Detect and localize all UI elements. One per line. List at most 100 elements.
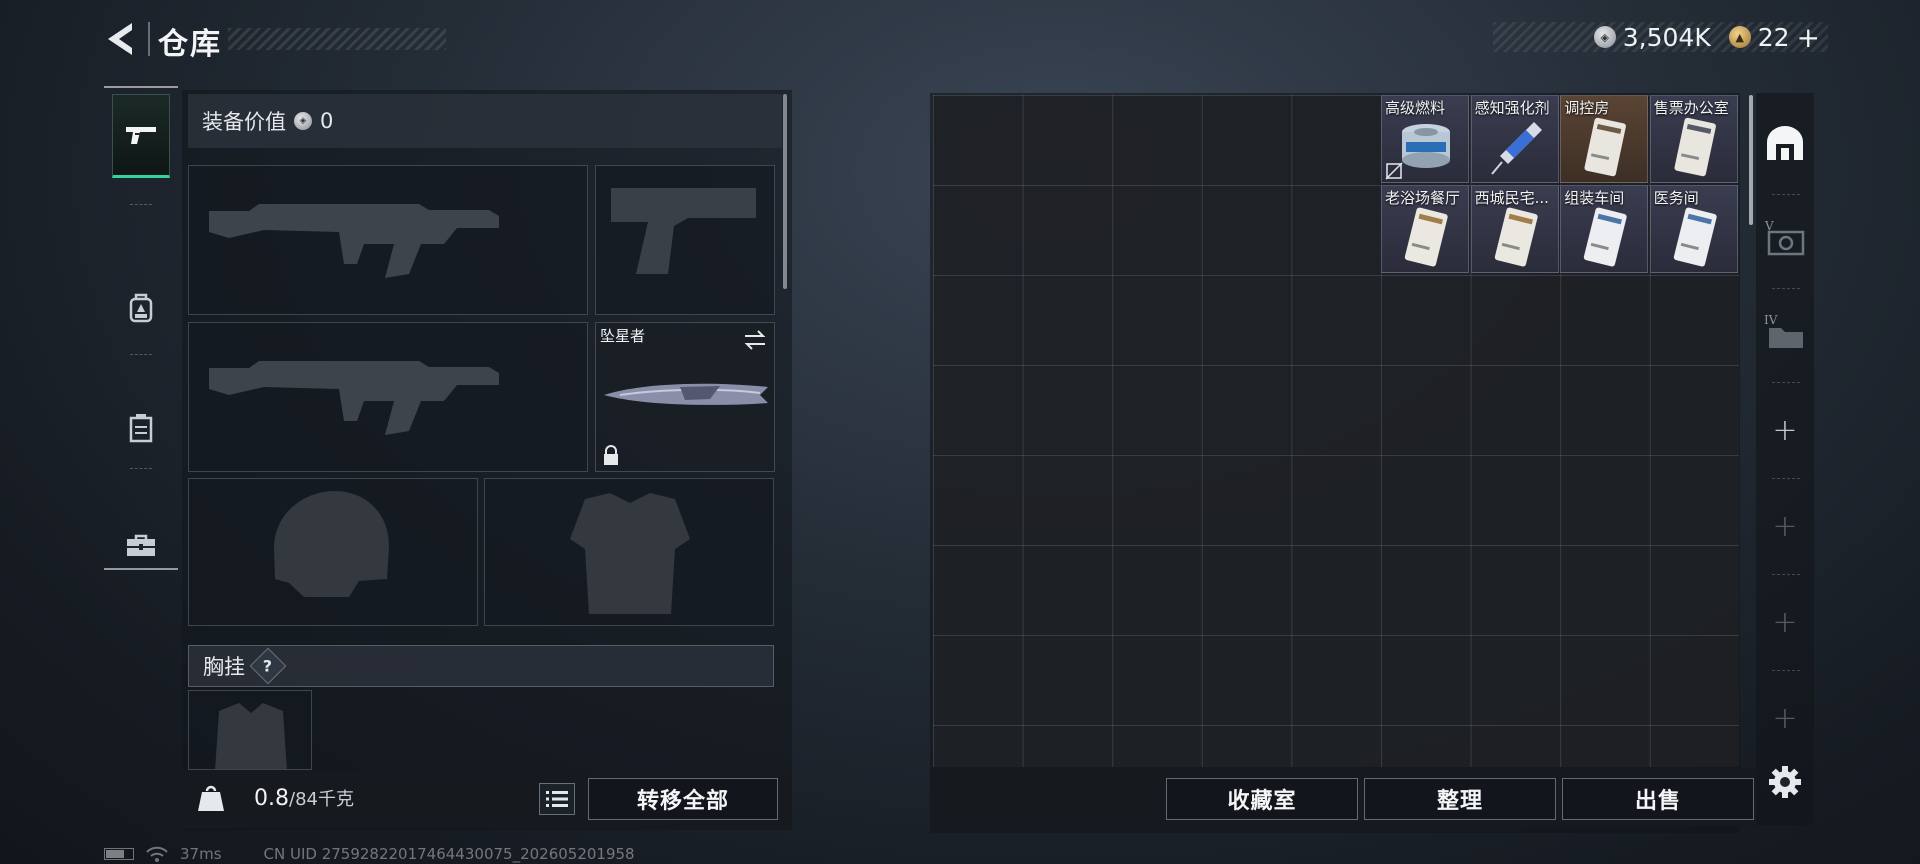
item-name: 高级燃料 xyxy=(1385,99,1446,117)
page-title: 仓库 xyxy=(158,27,222,62)
chest-rig-label: 胸挂 xyxy=(203,655,245,679)
item-name: 售票办公室 xyxy=(1653,99,1729,117)
sell-button[interactable]: 出售 xyxy=(1562,778,1754,820)
add-currency-button[interactable]: + xyxy=(1797,21,1820,54)
svg-text:IV: IV xyxy=(1764,313,1778,327)
rail-bottom-line xyxy=(104,568,178,570)
keycard-icon xyxy=(1673,207,1717,267)
rifle-silhouette-icon xyxy=(209,204,499,278)
collection-room-button[interactable]: 收藏室 xyxy=(1166,778,1358,820)
stash-item[interactable]: 高级燃料 xyxy=(1381,95,1469,183)
stash-iv-icon: IV xyxy=(1764,313,1803,348)
stash-item[interactable]: 感知强化剂 xyxy=(1470,95,1559,183)
category-weapons[interactable] xyxy=(112,94,170,178)
weight-current: 0.8 xyxy=(254,786,289,811)
equipment-value-label: 装备价值 xyxy=(202,110,286,134)
item-name: 感知强化剂 xyxy=(1474,99,1550,117)
armor-silhouette-icon xyxy=(570,493,690,614)
swap-icon[interactable] xyxy=(742,327,768,353)
keycard-icon xyxy=(1404,207,1448,267)
ping-readout: 37ms xyxy=(180,845,222,863)
silver-coin-icon: ◈ xyxy=(294,112,312,130)
category-rail xyxy=(104,86,178,570)
syringe-icon xyxy=(1490,122,1542,175)
uid-readout: CN UID 275928220174644300​75_20260520195… xyxy=(263,845,635,863)
category-backpack[interactable] xyxy=(104,266,178,350)
armor-slot[interactable] xyxy=(484,478,774,626)
pistol-icon xyxy=(126,127,156,144)
item-name: 调控房 xyxy=(1564,99,1610,117)
back-arrow-icon xyxy=(108,23,132,55)
gold-currency: ▲ 22 + xyxy=(1728,21,1828,54)
item-name: 组装车间 xyxy=(1564,189,1625,207)
gold-amount: 22 xyxy=(1757,22,1790,52)
melee-slot[interactable]: 坠星者 xyxy=(595,322,775,472)
stash-grid[interactable]: 高级燃料 感知强化剂 调控房 售票办公室 老浴场餐厅 西城民宅... 组装车间 … xyxy=(933,95,1739,767)
help-button[interactable]: ? xyxy=(249,647,287,685)
no-insure-icon xyxy=(1385,162,1403,180)
status-bar: 37ms CN UID 275928220174644300​75_202605… xyxy=(104,845,635,863)
add-stash-page-2[interactable]: + xyxy=(1756,486,1814,566)
primary-weapon-slot-1[interactable] xyxy=(188,165,588,315)
transfer-all-button[interactable]: 转移全部 xyxy=(588,778,778,820)
equipment-scrollbar[interactable] xyxy=(783,94,787,289)
gear-icon xyxy=(1769,766,1801,798)
item-name: 老浴场餐厅 xyxy=(1385,189,1461,207)
toolbox-icon xyxy=(127,534,155,556)
add-stash-page-3[interactable]: + xyxy=(1756,582,1814,662)
stash-page-main[interactable] xyxy=(1756,103,1814,183)
melee-name: 坠星者 xyxy=(600,327,646,345)
plus-icon: + xyxy=(1772,700,1798,736)
backpack-icon xyxy=(129,293,153,323)
helmet-slot[interactable] xyxy=(188,478,478,626)
weight-readout: 0.8/84千克 xyxy=(254,785,354,811)
category-container[interactable] xyxy=(104,386,178,470)
lock-icon xyxy=(604,445,618,465)
stash-page-iv[interactable]: IV xyxy=(1756,292,1814,372)
help-glyph: ? xyxy=(263,656,273,676)
title-decoration xyxy=(228,28,446,50)
stash-v-icon: V xyxy=(1764,219,1805,256)
wifi-icon xyxy=(146,846,168,862)
title-divider xyxy=(148,22,150,56)
silver-amount: 3,504K xyxy=(1622,22,1711,52)
chest-rig-silhouette-icon xyxy=(215,703,287,769)
settings-button[interactable] xyxy=(1756,742,1814,822)
silver-currency: ◈ 3,504K xyxy=(1593,22,1711,52)
back-button[interactable] xyxy=(102,20,142,58)
keycard-icon xyxy=(1494,207,1538,267)
stash-item[interactable]: 调控房 xyxy=(1560,95,1649,183)
plus-icon: + xyxy=(1772,508,1798,544)
item-name: 医务间 xyxy=(1653,189,1699,207)
container-icon xyxy=(129,414,153,443)
weight-max: /84千克 xyxy=(289,789,354,810)
chest-rig-header: 胸挂 ? xyxy=(188,645,774,687)
add-stash-page-1[interactable]: + xyxy=(1756,390,1814,470)
helmet-silhouette-icon xyxy=(274,491,389,597)
list-icon xyxy=(546,791,568,807)
stash-item[interactable]: 医务间 xyxy=(1649,185,1738,273)
stash-item[interactable]: 西城民宅... xyxy=(1470,185,1559,273)
keycard-icon xyxy=(1674,117,1716,177)
primary-weapon-slot-2[interactable] xyxy=(188,322,588,472)
equipment-value-header: 装备价值 ◈ 0 xyxy=(188,94,782,148)
chest-rig-slot[interactable] xyxy=(188,690,312,770)
silver-coin-icon: ◈ xyxy=(1593,26,1616,48)
organize-button[interactable]: 整理 xyxy=(1364,778,1556,820)
item-name: 西城民宅... xyxy=(1474,189,1549,207)
rifle-silhouette-icon xyxy=(209,361,499,435)
sidearm-slot[interactable] xyxy=(595,165,775,315)
gold-coin-icon: ▲ xyxy=(1728,26,1751,48)
list-view-button[interactable] xyxy=(539,783,575,815)
stash-item[interactable]: 组装车间 xyxy=(1560,185,1649,273)
weight-button[interactable] xyxy=(188,775,234,821)
stash-item[interactable]: 售票办公室 xyxy=(1649,95,1738,183)
stash-page-v[interactable]: V xyxy=(1756,198,1814,278)
equipment-value: 0 xyxy=(320,109,334,133)
plus-icon: + xyxy=(1772,412,1798,448)
pistol-silhouette-icon xyxy=(611,188,756,274)
stash-scrollbar[interactable] xyxy=(1749,95,1753,225)
stash-item[interactable]: 老浴场餐厅 xyxy=(1381,185,1469,273)
currency-bar: ◈ 3,504K ▲ 22 + xyxy=(1493,21,1828,54)
category-toolbox[interactable] xyxy=(104,504,178,588)
